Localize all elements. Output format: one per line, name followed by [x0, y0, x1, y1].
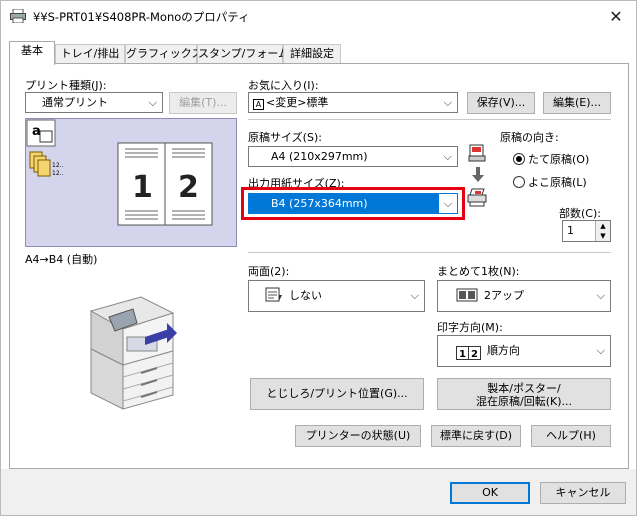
tab-advanced[interactable]: 詳細設定 [283, 44, 341, 64]
chevron-down-icon: ⌵ [596, 289, 605, 302]
window-title: ¥¥S-PRT01¥S408PR-Monoのプロパティ [33, 10, 250, 24]
tab-tray-output[interactable]: トレイ/排出 [55, 44, 125, 64]
tab-basic[interactable]: 基本 [9, 41, 55, 65]
preview-page-1: 1 [132, 170, 153, 205]
duplex-label: 両面(2): [248, 265, 290, 278]
arrow-down-icon [471, 167, 485, 183]
layout-preview: a 12.. 12.. 1 2 [25, 118, 237, 247]
favorites-edit-button[interactable]: 編集(E)... [543, 92, 611, 114]
chevron-down-icon: ⌵ [439, 194, 457, 213]
radio-selected-icon [513, 153, 525, 165]
printer-icon [10, 8, 26, 24]
close-button[interactable]: ✕ [602, 5, 630, 29]
title-bar: ¥¥S-PRT01¥S408PR-Monoのプロパティ ✕ [1, 1, 636, 33]
separator [248, 252, 611, 253]
favorites-save-button[interactable]: 保存(V)... [467, 92, 535, 114]
preview-icon-text-1: 12.. [52, 162, 64, 169]
help-button[interactable]: ヘルプ(H) [531, 425, 611, 447]
portrait-radio[interactable]: たて原稿(O) [513, 151, 589, 167]
print-order-label: 印字方向(M): [437, 321, 503, 334]
printer-illustration [71, 293, 181, 413]
nup-icon [456, 284, 478, 311]
copies-label: 部数(C): [559, 207, 601, 220]
chevron-down-icon: ⌵ [443, 150, 452, 163]
radio-empty-icon [513, 176, 525, 188]
restore-defaults-button[interactable]: 標準に戻す(D) [431, 425, 521, 447]
nup-select[interactable]: 2アップ ⌵ [437, 280, 611, 312]
tab-graphics[interactable]: グラフィックス [125, 44, 202, 64]
print-type-edit-button[interactable]: 編集(T)... [169, 92, 237, 114]
print-type-select[interactable]: 通常プリント ⌵ [25, 92, 163, 113]
close-icon: ✕ [609, 7, 623, 26]
original-size-label: 原稿サイズ(S): [248, 131, 322, 144]
printer-status-button[interactable]: プリンターの状態(U) [295, 425, 421, 447]
preview-page-2: 2 [178, 170, 199, 205]
properties-dialog: ¥¥S-PRT01¥S408PR-Monoのプロパティ ✕ 基本 トレイ/排出 … [0, 0, 637, 516]
tab-stamp-form[interactable]: スタンプ/フォーム [197, 44, 289, 64]
original-size-select[interactable]: A4 (210x297mm) ⌵ [248, 146, 458, 167]
chevron-down-icon: ⌵ [596, 344, 605, 357]
nup-label: まとめて1枚(N): [437, 265, 520, 278]
ok-button[interactable]: OK [450, 482, 530, 504]
favorites-icon: A [253, 99, 264, 110]
preview-caption: A4→B4 (自動) [25, 253, 98, 266]
chevron-down-icon: ⌵ [443, 96, 452, 109]
duplex-icon [265, 285, 283, 311]
favorites-select[interactable]: A <変更>標準 ⌵ [248, 92, 458, 113]
chevron-down-icon: ⌵ [410, 289, 419, 302]
print-order-select[interactable]: 1 2 順方向 ⌵ [437, 335, 611, 367]
spinner-arrows-icon[interactable]: ▲ ▼ [595, 221, 610, 241]
chevron-down-icon: ⌵ [148, 96, 157, 109]
cancel-button[interactable]: キャンセル [540, 482, 626, 504]
booklet-poster-button[interactable]: 製本/ポスター/ 混在原稿/回転(K)... [437, 378, 611, 410]
orientation-label: 原稿の向き: [500, 131, 559, 144]
output-size-select[interactable]: B4 (257x364mm) ⌵ [248, 193, 458, 214]
duplex-select[interactable]: しない ⌵ [248, 280, 425, 312]
original-paper-icon [468, 144, 486, 162]
binding-position-button[interactable]: とじしろ/プリント位置(G)... [250, 378, 424, 410]
copies-spinner[interactable]: 1 ▲ ▼ [562, 220, 611, 242]
separator [248, 119, 611, 120]
favorites-label: お気に入り(I): [248, 79, 319, 92]
preview-icon-text-2: 12.. [52, 170, 64, 177]
output-printer-icon [466, 187, 488, 207]
landscape-radio[interactable]: よこ原稿(L) [513, 174, 587, 190]
svg-text:a: a [32, 124, 41, 139]
print-order-icon: 12 [456, 346, 481, 360]
print-type-label: プリント種類(J): [25, 79, 107, 92]
preview-graphic: a 12.. 12.. 1 2 [26, 119, 213, 226]
